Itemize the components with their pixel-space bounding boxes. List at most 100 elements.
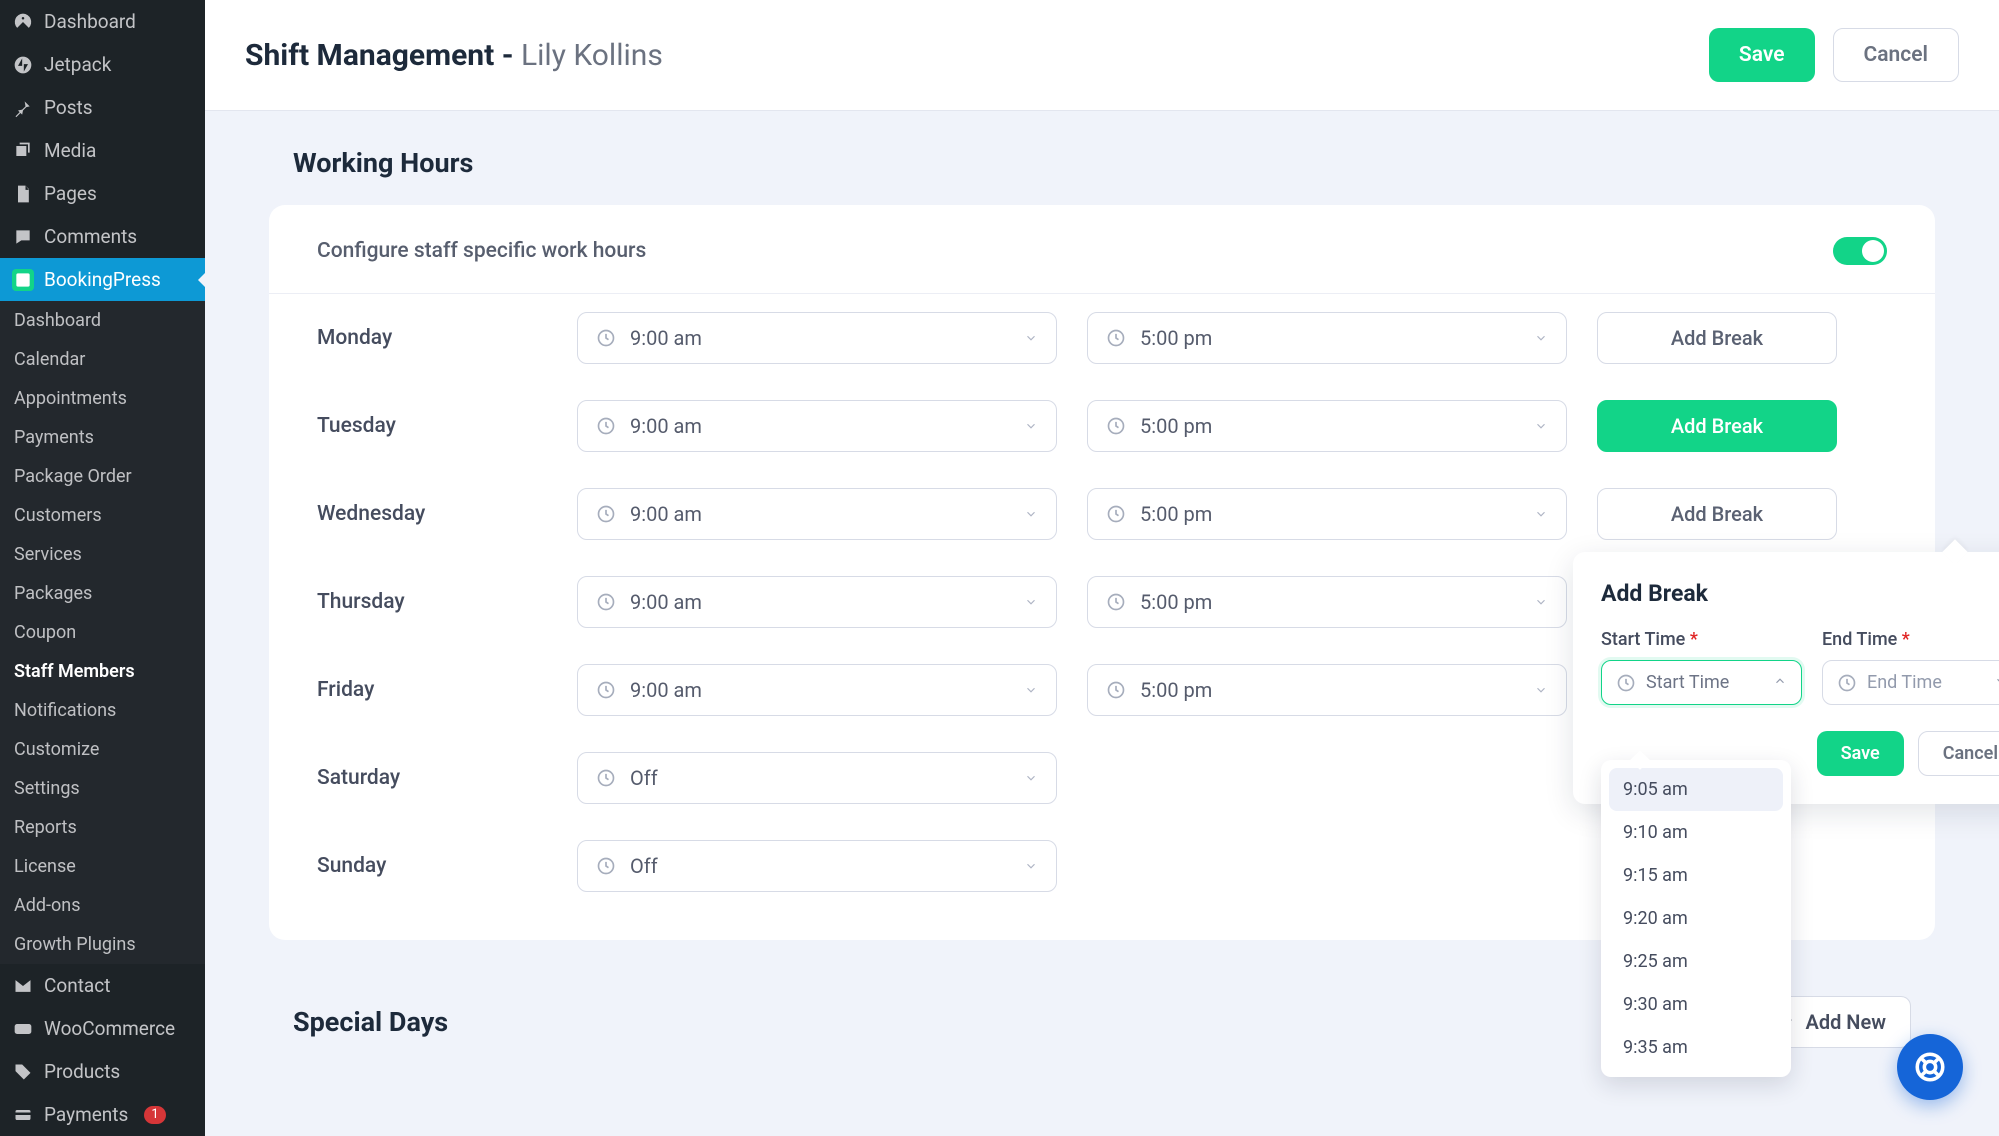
sidebar-item-jetpack[interactable]: Jetpack bbox=[0, 43, 205, 86]
dropdown-option[interactable]: 9:20 am bbox=[1609, 897, 1783, 940]
submenu-reports[interactable]: Reports bbox=[0, 808, 205, 847]
day-label: Tuesday bbox=[317, 414, 547, 438]
submenu-notifications[interactable]: Notifications bbox=[0, 691, 205, 730]
dropdown-option[interactable]: 9:05 am bbox=[1609, 768, 1783, 811]
sidebar-item-media[interactable]: Media bbox=[0, 129, 205, 172]
end-time-value: 5:00 pm bbox=[1140, 326, 1212, 350]
chevron-down-icon bbox=[1534, 502, 1548, 526]
sidebar-submenu: Dashboard Calendar Appointments Payments… bbox=[0, 301, 205, 964]
start-time-select[interactable]: 9:00 am bbox=[577, 576, 1057, 628]
submenu-settings[interactable]: Settings bbox=[0, 769, 205, 808]
dropdown-option[interactable]: 9:30 am bbox=[1609, 983, 1783, 1026]
clock-icon bbox=[596, 592, 616, 612]
submenu-customers[interactable]: Customers bbox=[0, 496, 205, 535]
start-time-select[interactable]: 9:00 am bbox=[577, 312, 1057, 364]
clock-icon bbox=[1837, 673, 1857, 693]
chevron-down-icon bbox=[1024, 326, 1038, 350]
submenu-customize[interactable]: Customize bbox=[0, 730, 205, 769]
submenu-staff-members[interactable]: Staff Members bbox=[0, 652, 205, 691]
chevron-down-icon bbox=[1024, 678, 1038, 702]
comment-icon bbox=[12, 226, 34, 248]
add-break-button[interactable]: Add Break bbox=[1597, 488, 1837, 540]
lifebuoy-icon bbox=[1913, 1050, 1947, 1084]
day-row: Wednesday9:00 am5:00 pmAdd Break bbox=[269, 470, 1935, 558]
chevron-down-icon bbox=[1024, 766, 1038, 790]
day-label: Friday bbox=[317, 678, 547, 702]
add-break-button[interactable]: Add Break bbox=[1597, 312, 1837, 364]
sidebar-item-posts[interactable]: Posts bbox=[0, 86, 205, 129]
sidebar-item-woocommerce[interactable]: WooCommerce bbox=[0, 1007, 205, 1050]
sidebar-item-dashboard[interactable]: Dashboard bbox=[0, 0, 205, 43]
clock-icon bbox=[596, 856, 616, 876]
dropdown-option[interactable]: 9:25 am bbox=[1609, 940, 1783, 983]
start-time-select[interactable]: Off bbox=[577, 840, 1057, 892]
page-header: Shift Management - Lily Kollins Save Can… bbox=[205, 0, 1999, 111]
badge-count: 1 bbox=[144, 1106, 165, 1124]
sidebar-label: Media bbox=[44, 139, 96, 162]
submenu-package-order[interactable]: Package Order bbox=[0, 457, 205, 496]
mail-icon bbox=[12, 975, 34, 997]
sidebar-item-bookingpress[interactable]: BookingPress bbox=[0, 258, 205, 301]
dropdown-option[interactable]: 9:10 am bbox=[1609, 811, 1783, 854]
jetpack-icon bbox=[12, 54, 34, 76]
end-time-select[interactable]: End Time bbox=[1822, 660, 1999, 705]
clock-icon bbox=[596, 680, 616, 700]
card-header: Configure staff specific work hours bbox=[269, 205, 1935, 294]
start-time-select[interactable]: Off bbox=[577, 752, 1057, 804]
end-time-select[interactable]: 5:00 pm bbox=[1087, 664, 1567, 716]
woo-icon bbox=[12, 1018, 34, 1040]
sidebar-item-products[interactable]: Products bbox=[0, 1050, 205, 1093]
chevron-down-icon bbox=[1024, 854, 1038, 878]
help-fab[interactable] bbox=[1897, 1034, 1963, 1100]
chevron-up-icon bbox=[1773, 672, 1787, 693]
title-prefix: Shift Management - bbox=[245, 38, 521, 73]
submenu-dashboard[interactable]: Dashboard bbox=[0, 301, 205, 340]
sidebar-label: Products bbox=[44, 1060, 120, 1083]
sidebar-item-contact[interactable]: Contact bbox=[0, 964, 205, 1007]
popover-save-button[interactable]: Save bbox=[1817, 731, 1904, 776]
popover-cancel-button[interactable]: Cancel bbox=[1918, 731, 1999, 776]
chevron-down-icon bbox=[1534, 678, 1548, 702]
start-time-select[interactable]: 9:00 am bbox=[577, 664, 1057, 716]
chevron-down-icon bbox=[1024, 502, 1038, 526]
dropdown-option[interactable]: 9:15 am bbox=[1609, 854, 1783, 897]
sidebar-label: Contact bbox=[44, 974, 110, 997]
end-time-select[interactable]: 5:00 pm bbox=[1087, 576, 1567, 628]
cancel-button[interactable]: Cancel bbox=[1833, 28, 1959, 82]
submenu-appointments[interactable]: Appointments bbox=[0, 379, 205, 418]
submenu-payments[interactable]: Payments bbox=[0, 418, 205, 457]
submenu-calendar[interactable]: Calendar bbox=[0, 340, 205, 379]
submenu-services[interactable]: Services bbox=[0, 535, 205, 574]
start-time-select[interactable]: Start Time bbox=[1601, 660, 1802, 705]
sidebar-item-pages[interactable]: Pages bbox=[0, 172, 205, 215]
popover-title: Add Break bbox=[1601, 580, 1999, 607]
working-hours-toggle[interactable] bbox=[1833, 237, 1887, 265]
add-break-button[interactable]: Add Break bbox=[1597, 400, 1837, 452]
end-time-value: 5:00 pm bbox=[1140, 502, 1212, 526]
start-time-value: 9:00 am bbox=[630, 678, 702, 702]
submenu-add-ons[interactable]: Add-ons bbox=[0, 886, 205, 925]
submenu-growth-plugins[interactable]: Growth Plugins bbox=[0, 925, 205, 964]
clock-icon bbox=[1616, 673, 1636, 693]
chevron-down-icon bbox=[1534, 414, 1548, 438]
sidebar-label: Dashboard bbox=[44, 10, 136, 33]
submenu-packages[interactable]: Packages bbox=[0, 574, 205, 613]
end-time-select[interactable]: 5:00 pm bbox=[1087, 400, 1567, 452]
clock-icon bbox=[596, 416, 616, 436]
save-button[interactable]: Save bbox=[1709, 28, 1815, 82]
sidebar-label: WooCommerce bbox=[44, 1017, 175, 1040]
day-label: Sunday bbox=[317, 854, 547, 878]
dropdown-option[interactable]: 9:35 am bbox=[1609, 1026, 1783, 1069]
day-label: Thursday bbox=[317, 590, 547, 614]
sidebar-item-comments[interactable]: Comments bbox=[0, 215, 205, 258]
start-time-select[interactable]: 9:00 am bbox=[577, 400, 1057, 452]
end-time-select[interactable]: 5:00 pm bbox=[1087, 488, 1567, 540]
submenu-license[interactable]: License bbox=[0, 847, 205, 886]
header-actions: Save Cancel bbox=[1709, 28, 1959, 82]
submenu-coupon[interactable]: Coupon bbox=[0, 613, 205, 652]
start-time-select[interactable]: 9:00 am bbox=[577, 488, 1057, 540]
end-time-value: 5:00 pm bbox=[1140, 590, 1212, 614]
sidebar-item-payments[interactable]: Payments 1 bbox=[0, 1093, 205, 1136]
end-time-select[interactable]: 5:00 pm bbox=[1087, 312, 1567, 364]
chevron-down-icon bbox=[1534, 590, 1548, 614]
